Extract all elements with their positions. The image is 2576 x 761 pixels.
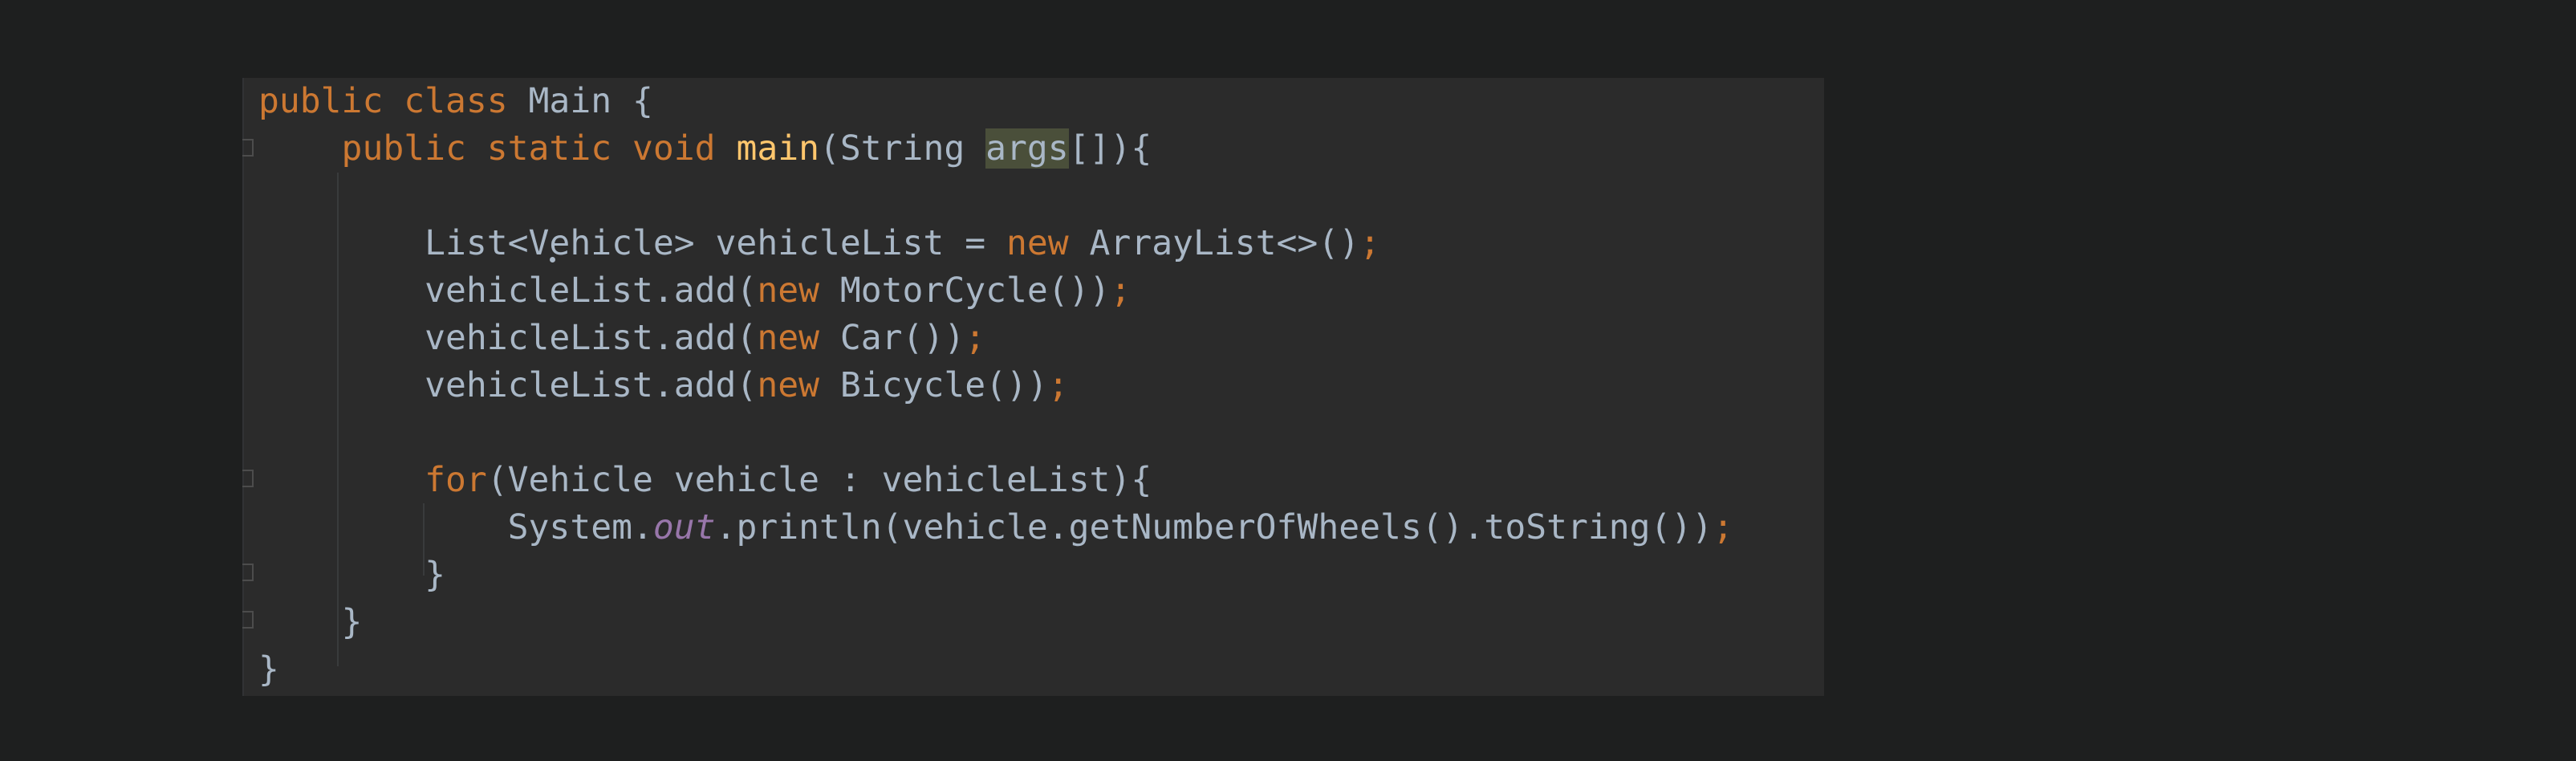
code-line: public class Main { <box>258 78 653 125</box>
code-line: vehicleList.add(new Bicycle()); <box>258 362 1069 409</box>
code-line: List<Vehicle> vehicleList = new ArrayLis… <box>258 220 1380 267</box>
code-token: .println(vehicle.getNumberOfWheels().toS… <box>715 507 1713 547</box>
code-token: Car()) <box>839 318 965 358</box>
fold-marker-icon[interactable] <box>242 611 254 629</box>
code-token: []){ <box>1068 128 1152 169</box>
code-token: new <box>1006 223 1090 263</box>
code-token: Bicycle()) <box>839 365 1048 405</box>
code-token: new <box>757 318 840 358</box>
code-line: System.out.println(vehicle.getNumberOfWh… <box>258 504 1733 551</box>
code-token: ArrayList<>() <box>1089 223 1360 263</box>
code-line: for(Vehicle vehicle : vehicleList){ <box>258 457 1152 504</box>
code-token: ; <box>1713 507 1734 547</box>
code-token: vehicleList.add( <box>258 318 758 358</box>
code-token: public class <box>258 81 529 121</box>
code-token: new <box>757 365 840 405</box>
code-line: } <box>258 646 279 694</box>
code-token: main <box>736 128 819 169</box>
code-token: (String <box>819 128 986 169</box>
code-token: System. <box>258 507 653 547</box>
code-token: } <box>258 602 363 642</box>
code-token: for <box>425 460 487 500</box>
text-cursor-icon <box>550 257 555 262</box>
code-line: vehicleList.add(new Car()); <box>258 315 985 362</box>
code-token: public static void <box>258 128 737 169</box>
code-line: } <box>258 599 363 646</box>
code-token: vehicleList.add( <box>258 271 758 311</box>
fold-marker-icon[interactable] <box>242 470 254 487</box>
highlighted-token: args <box>985 128 1069 169</box>
code-line: vehicleList.add(new MotorCycle()); <box>258 267 1131 315</box>
gutter <box>242 78 244 696</box>
code-token: Main { <box>528 81 653 121</box>
code-editor[interactable]: public class Main { public static void m… <box>242 78 1824 696</box>
code-line: } <box>258 551 445 599</box>
code-token: ; <box>1047 365 1069 405</box>
code-token: MotorCycle()) <box>839 271 1111 311</box>
code-token: ; <box>965 318 986 358</box>
code-token: ; <box>1359 223 1380 263</box>
code-line: public static void main(String args[]){ <box>258 125 1152 173</box>
code-token: new <box>757 271 840 311</box>
code-token: } <box>258 649 279 690</box>
code-token: ; <box>1110 271 1132 311</box>
code-token: vehicleList.add( <box>258 365 758 405</box>
code-token: List<Vehicle> vehicleList = <box>258 223 1006 263</box>
code-token: out <box>652 507 716 547</box>
fold-marker-icon[interactable] <box>242 139 254 157</box>
code-token: } <box>258 555 445 595</box>
fold-marker-icon[interactable] <box>242 564 254 581</box>
code-token: (Vehicle vehicle : vehicleList){ <box>486 460 1152 500</box>
